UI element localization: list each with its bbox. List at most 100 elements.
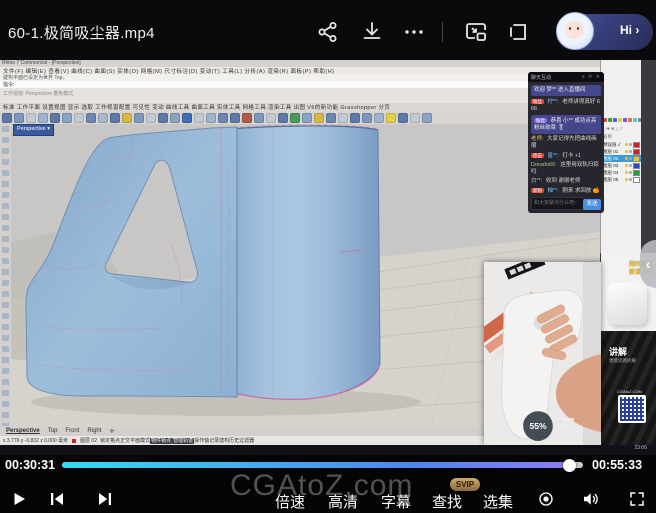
layer-visibility-icon[interactable] — [625, 164, 628, 167]
layers-panel[interactable]: □ ✚ ✖ △ ▽ 名称 预设值 ✓ 图层 01 图层 02 — [600, 60, 642, 253]
picture-in-picture-icon[interactable] — [464, 20, 488, 44]
fullscreen-icon[interactable] — [628, 490, 646, 508]
qr-caption: CGAtoZ.COM — [617, 389, 642, 394]
video-frame[interactable]: Rhino 7 Commercial - [Perspective] 文件(F)… — [0, 60, 656, 455]
player-top-bar: 60-1.极简吸尘器.mp4 Hi › — [0, 0, 656, 60]
layer-row[interactable]: 图层 01 — [601, 148, 642, 155]
layer-color-swatch[interactable] — [633, 163, 640, 169]
record-icon[interactable] — [537, 490, 555, 508]
chat-message: 粉丝 柠**: 老师讲得真好 666 — [531, 98, 601, 113]
layer-lock-icon[interactable] — [629, 171, 632, 174]
chat-header-icons[interactable]: ≡ ⟳ ✕ — [582, 74, 601, 80]
layer-lock-icon[interactable] — [629, 150, 632, 153]
player-bottom-bar: CGAtoZ.com 00:30:31 00:55:33 倍速 高清 字幕 查找… — [0, 455, 656, 513]
chat-input[interactable]: 和大家聊点什么吧~ — [531, 197, 585, 210]
status-toggle[interactable]: 操作轴 — [194, 438, 209, 444]
layer-visibility-icon[interactable] — [625, 150, 628, 153]
chat-send-button[interactable]: 发送 — [583, 199, 601, 210]
panel-tab-icon[interactable] — [623, 118, 627, 122]
viewport-tab[interactable]: ✛ — [109, 428, 114, 436]
tool-icon — [254, 113, 264, 123]
share-icon[interactable] — [316, 20, 340, 44]
more-options-icon[interactable] — [402, 20, 426, 44]
next-button[interactable] — [96, 490, 114, 508]
tool-icon — [362, 113, 372, 123]
layer-lock-icon[interactable] — [629, 157, 632, 160]
layer-visibility-icon[interactable] — [625, 171, 628, 174]
search-button[interactable]: 查找 — [432, 491, 462, 512]
panel-tab-icon[interactable] — [608, 118, 612, 122]
download-icon[interactable] — [360, 20, 384, 44]
chat-message: 新粉 柚**: 刚来 求回放 🍊 — [531, 187, 601, 195]
status-layer[interactable]: 图层 02 — [80, 437, 97, 444]
layer-color-swatch[interactable] — [633, 142, 640, 148]
layer-row[interactable]: 图层 03 — [601, 162, 642, 169]
layer-color-swatch[interactable] — [633, 170, 640, 176]
status-toggle[interactable]: 过滤器 — [239, 438, 254, 444]
tool-icon — [326, 113, 336, 123]
panel-tab-icon[interactable] — [613, 118, 617, 122]
total-duration: 00:55:33 — [592, 458, 642, 472]
viewport-tab[interactable]: Right — [87, 428, 101, 436]
assistant-label[interactable]: Hi › — [620, 23, 639, 37]
layer-visibility-icon[interactable] — [625, 178, 628, 181]
status-toggle[interactable]: 正交 — [120, 438, 130, 444]
viewport-tab[interactable]: Top — [48, 428, 58, 436]
layer-color-swatch[interactable] — [633, 177, 640, 183]
chat-text: 欢迎 梦** 进入直播间 — [534, 87, 585, 93]
status-toggle[interactable]: 物件锁点 — [150, 438, 172, 444]
mini-window-icon[interactable] — [506, 20, 530, 44]
viewport-tab[interactable]: Front — [65, 428, 79, 436]
tool-icon — [98, 113, 108, 123]
panel-tab-icon[interactable] — [633, 118, 637, 122]
desktop-background-strip — [641, 60, 656, 253]
status-toggle[interactable]: 平面模式 — [130, 438, 150, 444]
layer-visibility-icon[interactable] — [625, 143, 628, 146]
chat-message-list: 欢迎 梦** 进入直播间 粉丝 柠**: 老师讲得真好 666 粉丝 恭喜 小*… — [528, 83, 604, 198]
episodes-button[interactable]: 选集 — [483, 491, 513, 512]
chat-message: Dorado66: 这里用双轨扫掠吗 — [531, 162, 601, 176]
layer-lock-icon[interactable] — [629, 178, 632, 181]
chat-overlay[interactable]: 聊天互动 ≡ ⟳ ✕ 欢迎 梦** 进入直播间 粉丝 柠**: 老师讲得真好 6… — [528, 72, 604, 213]
panel-tab-icon[interactable] — [628, 118, 632, 122]
layer-lock-icon[interactable] — [629, 164, 632, 167]
layer-color-swatch[interactable] — [633, 149, 640, 155]
tool-icon — [62, 113, 72, 123]
pip-product-video[interactable]: 55% — [484, 262, 601, 445]
status-toggle[interactable]: 记录建构历史 — [209, 438, 239, 444]
chat-text: 刚来 求回放 🍊 — [562, 188, 599, 194]
progress-bar[interactable] — [62, 462, 583, 468]
tool-icon — [110, 113, 120, 123]
tool-icon — [422, 113, 432, 123]
viewport-tab[interactable]: Perspective — [6, 428, 40, 436]
tool-icon — [14, 113, 24, 123]
assistant-avatar[interactable] — [553, 9, 595, 53]
quality-button[interactable]: 高清 — [328, 491, 358, 512]
panel-tab-icon[interactable] — [618, 118, 622, 122]
subtitles-button[interactable]: 字幕 — [381, 491, 411, 512]
layer-row[interactable]: 预设值 ✓ — [601, 141, 642, 148]
layer-row[interactable]: 图层 05 — [601, 176, 642, 183]
layer-lock-icon[interactable] — [629, 143, 632, 146]
progress-fill — [62, 462, 567, 468]
tool-icon — [134, 113, 144, 123]
windows-taskbar[interactable]: 23:06 — [0, 445, 656, 455]
progress-thumb[interactable] — [563, 459, 576, 472]
previous-button[interactable] — [48, 490, 66, 508]
layer-color-swatch[interactable] — [633, 156, 640, 162]
collapse-handle[interactable]: ‹ — [640, 240, 656, 288]
layer-visibility-icon[interactable] — [625, 157, 628, 160]
layer-row[interactable]: 图层 04 — [601, 169, 642, 176]
qr-code[interactable] — [618, 395, 646, 423]
play-button[interactable] — [10, 490, 28, 508]
tool-icon — [86, 113, 96, 123]
tool-icon — [38, 113, 48, 123]
layer-row[interactable]: 图层 02 — [601, 155, 642, 162]
status-toggle[interactable]: 锁定格点 — [100, 438, 120, 444]
speed-button[interactable]: 倍速 — [275, 491, 305, 512]
tool-icon — [386, 113, 396, 123]
chat-username: 星**: — [548, 153, 559, 159]
status-toggle[interactable]: 智能轨迹 — [172, 438, 194, 444]
viewport-title-label[interactable]: Perspective ▾ — [13, 124, 54, 136]
volume-icon[interactable] — [581, 490, 599, 508]
